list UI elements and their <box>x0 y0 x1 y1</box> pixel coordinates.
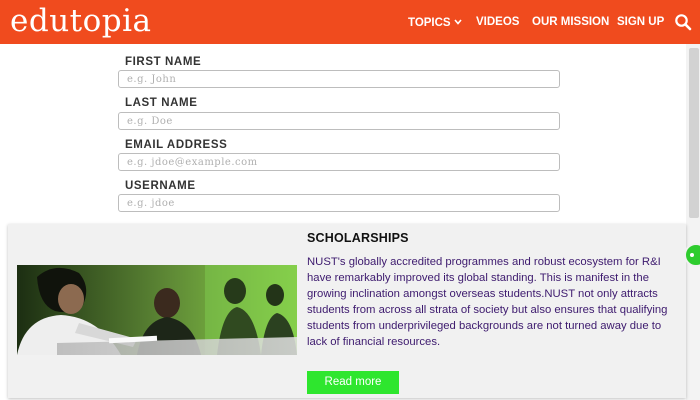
students-photo <box>17 265 297 355</box>
first-name-label: FIRST NAME <box>125 56 202 68</box>
scrollbar-thumb[interactable] <box>689 48 699 218</box>
nav-videos[interactable]: VIDEOS <box>476 15 519 29</box>
nav-topics-label: TOPICS <box>408 17 451 29</box>
last-name-field[interactable] <box>118 112 560 130</box>
site-header: edutopia TOPICS VIDEOS OUR MISSION SIGN … <box>0 0 700 44</box>
edutopia-logo[interactable]: edutopia <box>10 3 152 39</box>
search-icon[interactable] <box>674 13 692 31</box>
username-field[interactable] <box>118 194 560 212</box>
first-name-field[interactable] <box>118 70 560 88</box>
email-address-field[interactable] <box>118 153 560 171</box>
nav-topics[interactable]: TOPICS <box>408 15 462 30</box>
email-address-label: EMAIL ADDRESS <box>125 139 228 151</box>
last-name-label: LAST NAME <box>125 97 198 109</box>
username-label: USERNAME <box>125 180 196 192</box>
scholarship-title: SCHOLARSHIPS <box>307 231 409 245</box>
chevron-down-icon <box>454 15 462 29</box>
nav-our-mission[interactable]: OUR MISSION <box>532 15 609 29</box>
read-more-button[interactable]: Read more <box>307 371 399 394</box>
dot-icon <box>690 253 694 257</box>
nav-sign-up[interactable]: SIGN UP <box>617 15 664 29</box>
scholarship-description: NUST's globally accredited programmes an… <box>307 256 668 348</box>
